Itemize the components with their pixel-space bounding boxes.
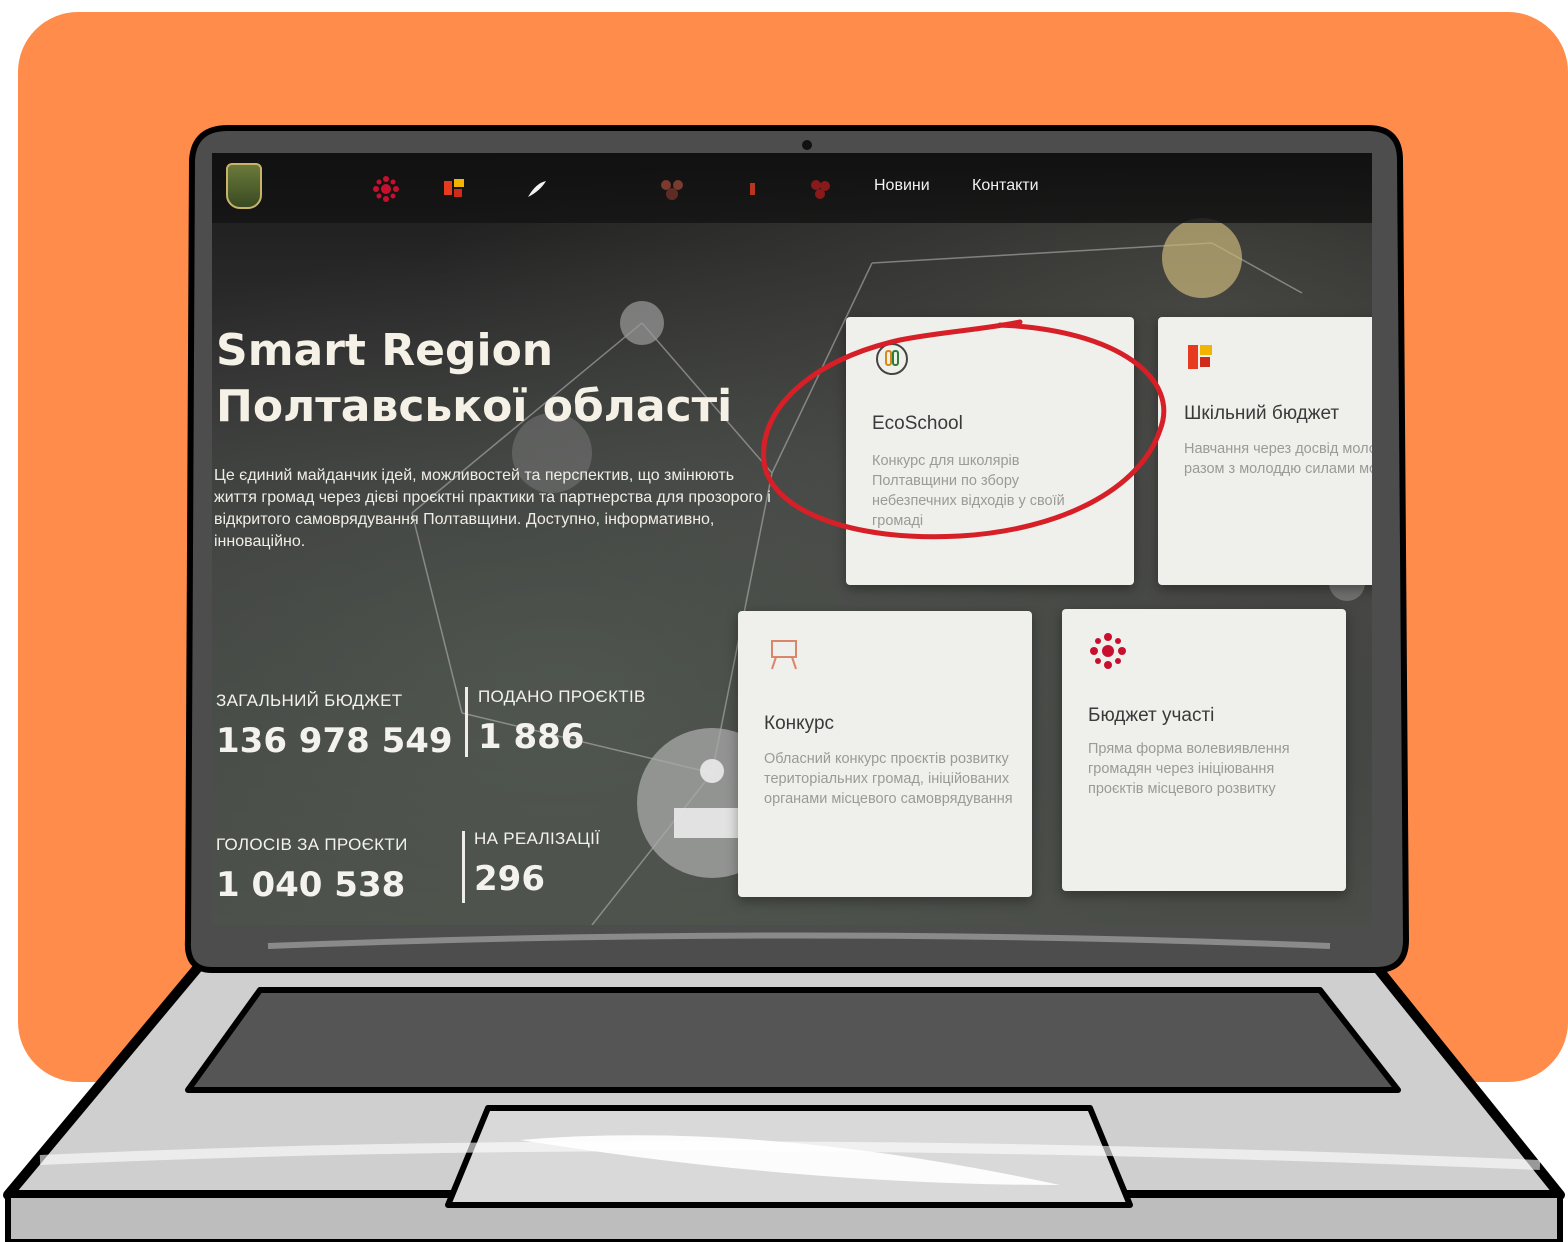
- stat-value: 1 886: [478, 717, 585, 757]
- stat-label: ГОЛОСІВ ЗА ПРОЄКТИ: [216, 835, 408, 854]
- people-icon[interactable]: [440, 175, 468, 203]
- card-title: Бюджет участі: [1088, 705, 1215, 726]
- stat-divider: [462, 831, 465, 903]
- people-icon: [1188, 345, 1212, 369]
- card-description: Пряма форма волевиявлення громадян через…: [1088, 741, 1290, 797]
- hero-description: Це єдиний майданчик ідей, можливостей та…: [214, 467, 771, 550]
- card-contest[interactable]: Конкурс Обласний конкурс проєктів розвит…: [738, 611, 1032, 897]
- stat-total-budget: ЗАГАЛЬНИЙ БЮДЖЕТ 136 978 549: [216, 691, 453, 761]
- card-title: EcoSchool: [872, 413, 963, 434]
- site-header: Новини Контакти: [212, 153, 1372, 223]
- nav-news-link[interactable]: Новини: [874, 177, 930, 195]
- stat-value: 296: [474, 859, 545, 899]
- card-description: Навчання через досвід молоді, разом з мо…: [1184, 441, 1372, 477]
- stat-value: 1 040 538: [216, 865, 406, 905]
- stat-in-implementation: НА РЕАЛІЗАЦІЇ 296: [474, 829, 600, 899]
- hero-title-line-1: Smart Region: [216, 325, 554, 376]
- card-ecoschool[interactable]: EcoSchool Конкурс для школярів Полтавщин…: [846, 317, 1134, 585]
- card-participation-budget[interactable]: Бюджет участі Пряма форма волевиявлення …: [1062, 609, 1346, 891]
- flower-icon[interactable]: [806, 175, 834, 203]
- figure-icon[interactable]: [738, 175, 766, 203]
- hero-title-line-2: Полтавської області: [216, 381, 733, 432]
- stat-label: ЗАГАЛЬНИЙ БЮДЖЕТ: [216, 691, 403, 710]
- card-title: Конкурс: [764, 713, 835, 734]
- keyboard-area: [185, 987, 1401, 1093]
- card-description: Обласний конкурс проєктів розвитку терит…: [764, 751, 1013, 807]
- feather-icon[interactable]: [522, 175, 550, 203]
- stat-label: НА РЕАЛІЗАЦІЇ: [474, 829, 601, 848]
- webcam-icon: [802, 140, 812, 150]
- stat-submitted-projects: ПОДАНО ПРОЄКТІВ 1 886: [478, 687, 646, 757]
- ornament-icon[interactable]: [372, 175, 400, 203]
- easel-icon: [771, 640, 797, 670]
- stat-label: ПОДАНО ПРОЄКТІВ: [478, 687, 646, 706]
- ornament-icon: [1090, 633, 1126, 669]
- group-icon[interactable]: [658, 175, 686, 203]
- stat-value: 136 978 549: [216, 721, 453, 761]
- stat-votes: ГОЛОСІВ ЗА ПРОЄКТИ 1 040 538: [216, 835, 408, 905]
- card-title: Шкільний бюджет: [1184, 403, 1340, 424]
- card-description: Конкурс для школярів Полтавщини по збору…: [872, 453, 1065, 529]
- coat-of-arms-icon[interactable]: [226, 163, 262, 209]
- hero-title: Smart Region Полтавської області: [216, 323, 732, 435]
- nav-contacts-link[interactable]: Контакти: [972, 177, 1039, 195]
- recycle-icon: [876, 343, 908, 375]
- website-screen: Новини Контакти Smart Region Полтавської…: [212, 153, 1372, 925]
- stat-divider: [465, 687, 468, 757]
- card-school-budget[interactable]: Шкільний бюджет Навчання через досвід мо…: [1158, 317, 1372, 585]
